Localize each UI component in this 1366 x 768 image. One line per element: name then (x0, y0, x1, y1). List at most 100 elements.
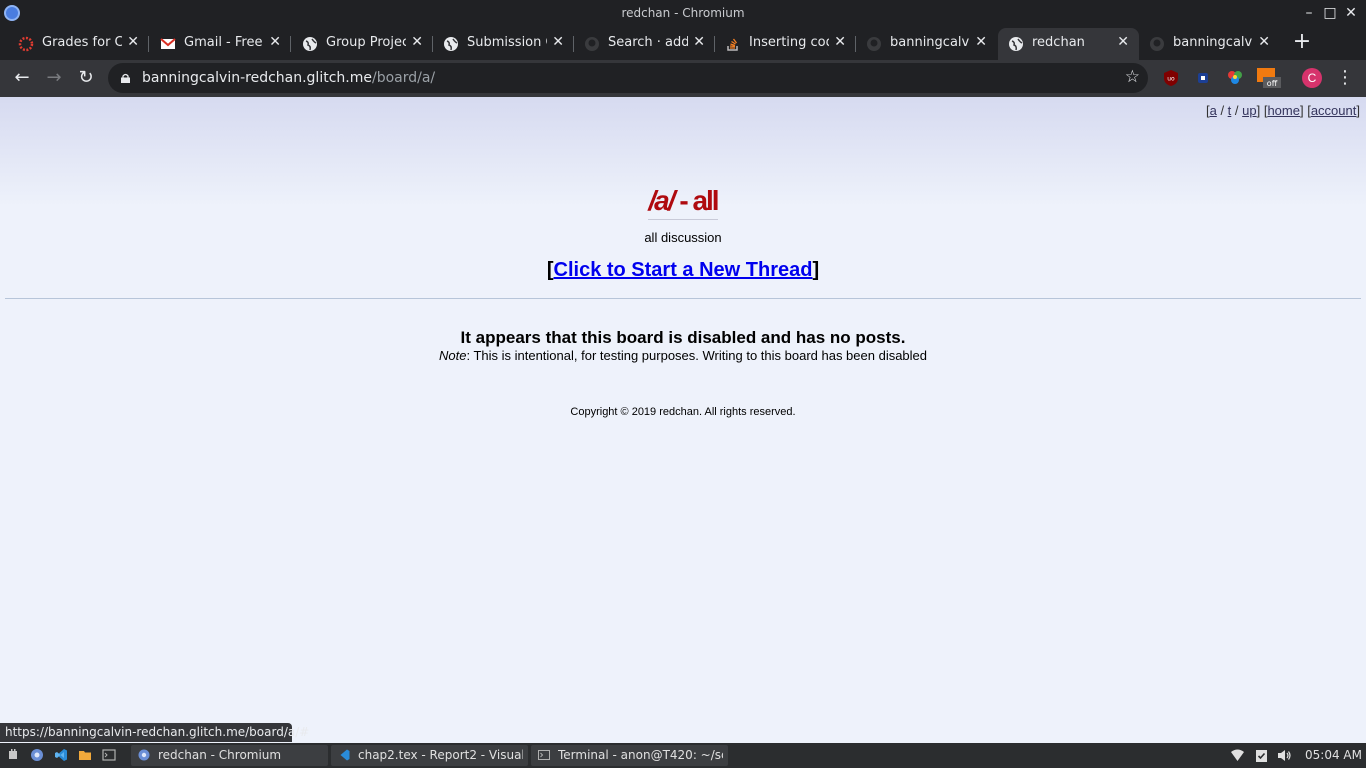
tab-label: banningcalvin (890, 35, 970, 50)
tab-redchan[interactable]: redchan ✕ (998, 28, 1139, 60)
vscode-icon (340, 749, 350, 761)
divider (5, 298, 1361, 299)
close-icon[interactable]: ✕ (269, 34, 281, 50)
tab-label: Grades for Cal (42, 35, 122, 50)
close-icon[interactable]: ✕ (1117, 34, 1129, 50)
tab-label: Group Project (326, 35, 406, 50)
terminal-icon (538, 750, 550, 760)
chromium-icon (138, 749, 150, 761)
globe-icon (444, 37, 458, 51)
close-icon[interactable]: ✕ (975, 34, 987, 50)
window-title: redchan - Chromium (621, 6, 745, 20)
tab-label: Submission Gu (467, 35, 547, 50)
color-picker-icon[interactable] (1225, 68, 1245, 88)
task-label: redchan - Chromium (158, 748, 282, 762)
tab-grades[interactable]: Grades for Cal ✕ (8, 28, 149, 60)
profile-avatar[interactable]: C (1302, 68, 1322, 88)
vscode-launcher-icon[interactable] (54, 748, 68, 762)
dark-reader-off-icon[interactable]: off (1257, 68, 1281, 88)
chromium-launcher-icon[interactable] (30, 748, 44, 762)
disabled-message: It appears that this board is disabled a… (460, 328, 906, 347)
note-label: Note (438, 348, 467, 363)
nav-link-a[interactable]: a (1210, 103, 1217, 118)
tab-label: banningcalvin (1173, 35, 1253, 50)
note-body: : This is intentional, for testing purpo… (466, 348, 928, 363)
menu-kebab-icon[interactable]: ⋮ (1336, 66, 1354, 90)
taskbar-task-terminal[interactable]: Terminal - anon@T420: ~/sc... (531, 745, 728, 766)
tab-group-project[interactable]: Group Project ✕ (292, 28, 433, 60)
tab-submission[interactable]: Submission Gu ✕ (433, 28, 574, 60)
forward-arrow-icon[interactable]: → (42, 66, 66, 90)
board-slash-name: /a/ (648, 185, 675, 216)
task-label: chap2.tex - Report2 - Visual ... (358, 748, 523, 762)
files-launcher-icon[interactable] (78, 748, 92, 762)
github-icon (585, 37, 599, 51)
new-thread-container: [Click to Start a New Thread] (0, 259, 1366, 282)
status-url-bubble: https://banningcalvin-redchan.glitch.me/… (0, 723, 309, 742)
tab-stackoverflow[interactable]: Inserting code ✕ (715, 28, 856, 60)
reload-icon[interactable]: ↻ (74, 66, 98, 90)
url-text[interactable]: banningcalvin-redchan.glitch.me/board/a/ (142, 70, 435, 86)
svg-text:uo: uo (1167, 76, 1175, 83)
wifi-icon[interactable] (1230, 748, 1245, 763)
close-icon[interactable]: ✕ (693, 34, 705, 50)
tab-gmail[interactable]: Gmail - Free St ✕ (150, 28, 291, 60)
tab-github-banningcalvin-2[interactable]: banningcalvin ✕ (1139, 28, 1280, 60)
extension-blue-square-icon[interactable] (1193, 68, 1213, 88)
ublock-icon[interactable]: uo (1161, 68, 1181, 88)
tab-github-banningcalvin[interactable]: banningcalvin ✕ (856, 28, 997, 60)
address-bar[interactable]: banningcalvin-redchan.glitch.me/board/a/… (108, 63, 1148, 93)
clipboard-check-icon[interactable] (1254, 748, 1269, 763)
taskbar-task-vscode[interactable]: chap2.tex - Report2 - Visual ... (331, 745, 528, 766)
browser-toolbar: ← → ↻ banningcalvin-redchan.glitch.me/bo… (0, 60, 1366, 97)
close-icon[interactable]: ✕ (1258, 34, 1270, 50)
globe-icon (303, 37, 317, 51)
canvas-icon (18, 36, 34, 52)
back-arrow-icon[interactable]: ← (10, 66, 34, 90)
new-thread-link[interactable]: Click to Start a New Thread (554, 259, 813, 281)
lock-icon (121, 73, 130, 83)
close-icon[interactable]: ✕ (834, 34, 846, 50)
nav-bracket: ] (1356, 103, 1360, 118)
tab-label: Search · addP (608, 35, 688, 50)
window-titlebar: redchan - Chromium – □ ✕ (0, 0, 1366, 26)
minimize-button[interactable]: – (1299, 3, 1319, 23)
tab-separator (290, 36, 291, 52)
close-icon[interactable]: ✕ (127, 34, 139, 50)
board-title-dash: - (673, 185, 693, 216)
close-icon[interactable]: ✕ (552, 34, 564, 50)
new-tab-button[interactable]: + (1290, 30, 1314, 54)
apps-menu-icon[interactable] (6, 748, 20, 762)
bracket-close: ] (812, 259, 820, 281)
url-host: banningcalvin-redchan.glitch.me (142, 70, 372, 86)
nav-link-account[interactable]: account (1311, 103, 1357, 118)
tab-label: Gmail - Free St (184, 35, 264, 50)
task-label: Terminal - anon@T420: ~/sc... (558, 748, 723, 762)
gmail-icon (160, 38, 176, 49)
tab-github-search[interactable]: Search · addP ✕ (574, 28, 715, 60)
bookmark-star-icon[interactable]: ☆ (1125, 67, 1140, 87)
close-icon[interactable]: ✕ (411, 34, 423, 50)
svg-text:off: off (1267, 79, 1278, 88)
globe-icon (1009, 37, 1023, 51)
nav-separator: / (1231, 103, 1243, 118)
tab-label: redchan (1032, 35, 1085, 50)
stackoverflow-icon (727, 38, 738, 51)
board-title: /a/ - all (0, 185, 1366, 220)
nav-link-up[interactable]: up (1242, 103, 1256, 118)
copyright: Copyright © 2019 redchan. All rights res… (570, 406, 796, 418)
board-subtitle: all discussion (644, 230, 722, 245)
terminal-launcher-icon[interactable] (102, 748, 116, 762)
page-content: [a / t / up] [home] [account] /a/ - all … (0, 97, 1366, 743)
github-icon (1150, 37, 1164, 51)
maximize-button[interactable]: □ (1320, 3, 1340, 23)
nav-link-home[interactable]: home (1267, 103, 1300, 118)
tab-label: Inserting code (749, 35, 829, 50)
taskbar-clock[interactable]: 05:04 AM (1305, 748, 1362, 762)
url-path: /board/a/ (371, 70, 436, 86)
tab-separator (148, 36, 149, 52)
taskbar-task-chromium[interactable]: redchan - Chromium (131, 745, 328, 766)
nav-bracket: ] [ (1299, 103, 1311, 118)
close-window-button[interactable]: ✕ (1341, 3, 1361, 23)
volume-icon[interactable] (1277, 748, 1292, 763)
